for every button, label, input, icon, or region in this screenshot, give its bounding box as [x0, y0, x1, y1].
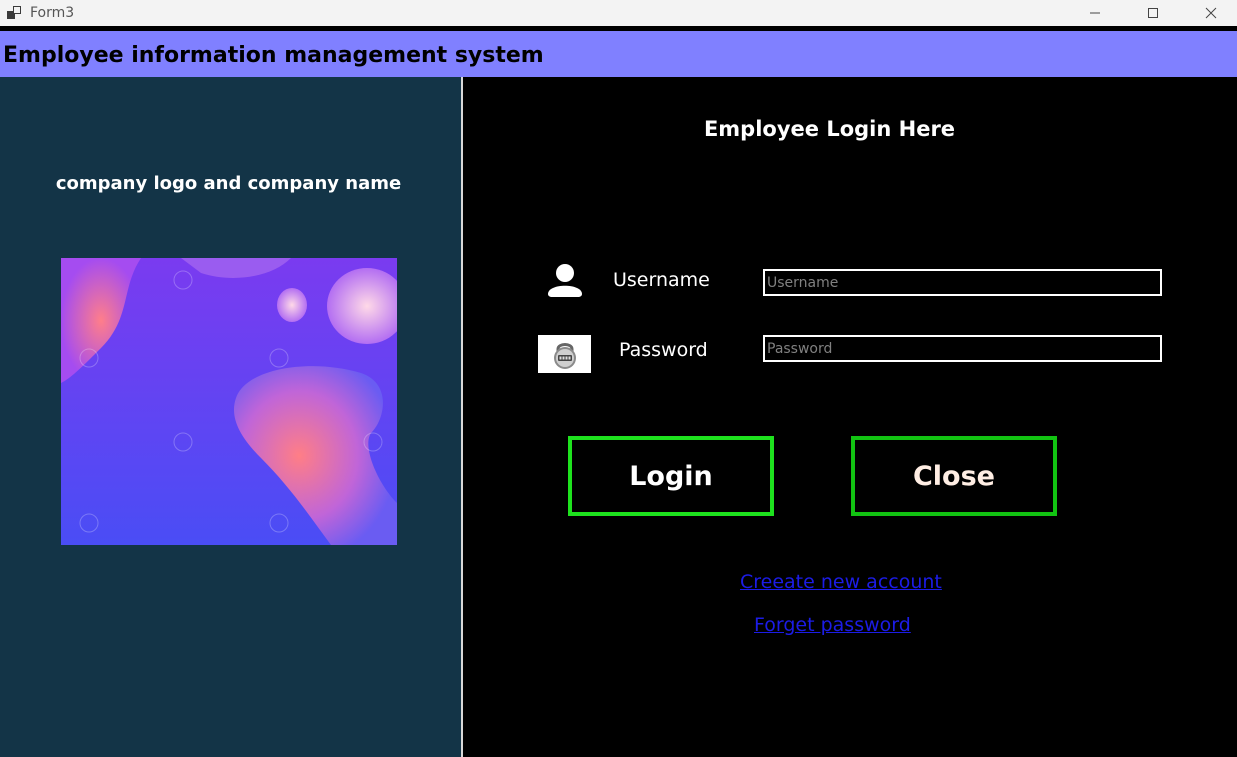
- minimize-icon: [1090, 12, 1100, 14]
- abstract-gradient-logo-image: [61, 258, 397, 545]
- lock-icon: [538, 335, 591, 373]
- close-button[interactable]: Close: [851, 436, 1057, 516]
- username-input[interactable]: [763, 269, 1162, 296]
- login-heading: Employee Login Here: [703, 117, 956, 141]
- password-label: Password: [619, 339, 708, 361]
- login-panel: [463, 77, 1237, 757]
- maximize-icon: [1148, 8, 1158, 18]
- close-window-button[interactable]: [1188, 0, 1234, 26]
- title-bar: Form3: [0, 0, 1237, 26]
- app-header-title: Employee information management system: [3, 43, 544, 68]
- create-account-link[interactable]: Creeate new account: [740, 571, 942, 593]
- login-window: Form3 Employee information management sy…: [0, 0, 1237, 757]
- minimize-button[interactable]: [1072, 0, 1118, 26]
- close-icon: [1205, 7, 1217, 19]
- app-window-icon: [7, 6, 21, 19]
- login-button[interactable]: Login: [568, 436, 774, 516]
- forget-password-link[interactable]: Forget password: [754, 614, 911, 636]
- user-icon: [548, 264, 582, 297]
- username-label: Username: [613, 269, 710, 291]
- company-label: company logo and company name: [55, 173, 402, 194]
- window-title: Form3: [30, 5, 75, 21]
- maximize-button[interactable]: [1130, 0, 1176, 26]
- password-input[interactable]: [763, 335, 1162, 362]
